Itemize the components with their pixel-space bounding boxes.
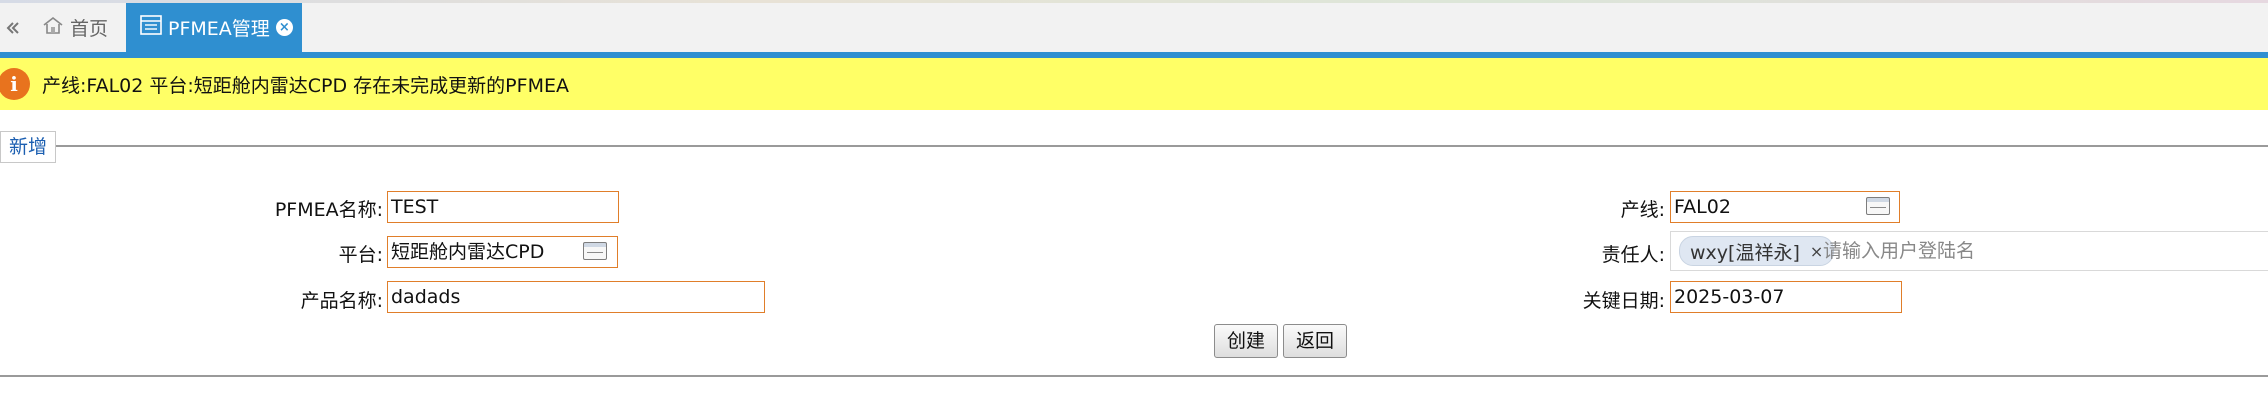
info-icon: i [0,68,30,100]
back-button[interactable]: 返回 [1283,324,1347,358]
alert-banner: i 产线:FAL02 平台:短距舱内雷达CPD 存在未完成更新的PFMEA [0,58,2268,110]
tab-pfmea-management[interactable]: PFMEA管理 × [126,3,302,52]
platform-input[interactable]: 短距舱内雷达CPD [387,236,618,268]
key-date-label: 关键日期: [1582,290,1665,312]
tab-bar [0,3,2268,52]
home-icon [42,16,64,39]
picker-icon[interactable] [583,242,607,260]
pfmea-name-label: PFMEA名称: [274,199,383,221]
picker-icon[interactable] [1866,197,1890,215]
tab-home-label: 首页 [70,18,109,40]
product-name-input[interactable]: dadads [387,281,765,313]
tab-home[interactable]: 首页 [28,3,124,52]
section-legend: 新增 [0,131,57,163]
platform-label: 平台: [338,244,383,266]
key-date-input[interactable]: 2025-03-07 [1670,281,1902,313]
close-circle-icon[interactable]: × [275,19,293,36]
owner-chip-label: wxy[温祥永] [1690,241,1800,264]
double-chevron-left-icon[interactable] [0,3,26,52]
owner-search-input[interactable]: 请输入用户登陆名 [1823,232,1975,270]
alert-text: 产线:FAL02 平台:短距舱内雷达CPD 存在未完成更新的PFMEA [42,74,569,97]
bottom-divider [0,375,2268,377]
create-button[interactable]: 创建 [1214,324,1278,358]
section-divider [0,145,2268,147]
product-name-label: 产品名称: [300,290,383,312]
line-input[interactable]: FAL02 [1670,191,1900,223]
table-icon [140,15,162,40]
line-value: FAL02 [1674,196,1731,218]
line-label: 产线: [1620,199,1665,221]
owner-select[interactable]: wxy[温祥永] × 请输入用户登陆名 [1670,231,2268,271]
owner-label: 责任人: [1601,244,1665,266]
platform-value: 短距舱内雷达CPD [391,241,545,263]
pfmea-name-input[interactable]: TEST [387,191,619,223]
remove-chip-icon[interactable]: × [1810,242,1823,261]
tab-active-label: PFMEA管理 [168,18,270,40]
owner-chip: wxy[温祥永] × [1679,236,1835,266]
